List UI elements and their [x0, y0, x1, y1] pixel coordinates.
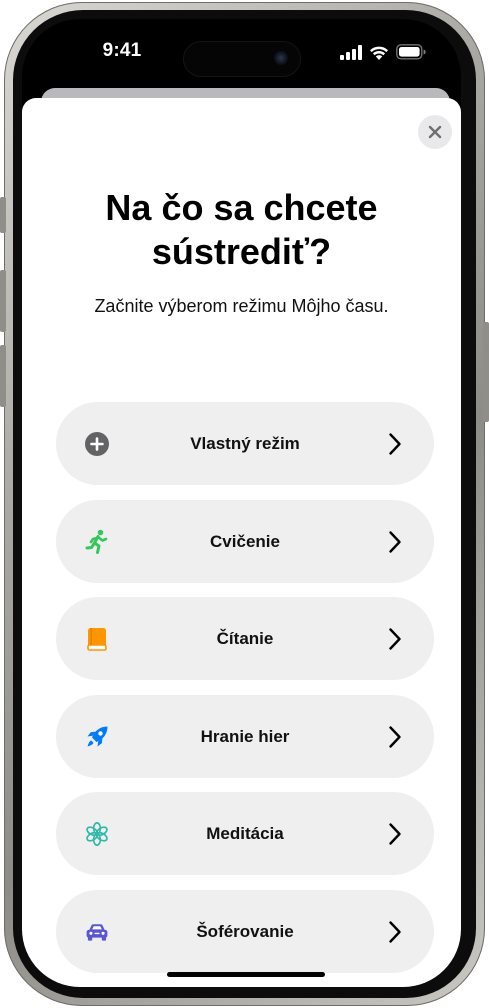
- title-line-1: Na čo sa chcete: [105, 187, 378, 228]
- dynamic-island: [183, 41, 301, 77]
- mode-driving[interactable]: Šoférovanie: [56, 889, 434, 973]
- mode-gaming[interactable]: Hranie hier: [56, 694, 434, 778]
- chevron-right-icon: [389, 823, 401, 846]
- screen: 9:41 Na čo sa chcete sústrediť? Začnite …: [22, 19, 461, 987]
- car-icon: [84, 919, 110, 945]
- chevron-right-icon: [389, 433, 401, 455]
- chevron-right-icon: [389, 921, 401, 943]
- title-line-2: sústrediť?: [151, 231, 332, 272]
- chevron-right-icon: [389, 628, 401, 650]
- mode-mindfulness[interactable]: Meditácia: [56, 792, 434, 876]
- chevron-right-icon: [389, 726, 401, 748]
- mode-label: Hranie hier: [200, 726, 290, 746]
- mode-fitness[interactable]: Cvičenie: [56, 499, 434, 583]
- front-camera: [274, 51, 288, 65]
- mode-label: Cvičenie: [210, 531, 280, 551]
- mode-custom[interactable]: Vlastný režim: [56, 402, 434, 485]
- plus-circle-icon: [84, 431, 110, 457]
- page-title: Na čo sa chcete sústrediť?: [42, 186, 441, 274]
- battery-icon: [396, 44, 426, 60]
- mode-label: Šoférovanie: [196, 921, 294, 941]
- focus-mode-list: Vlastný režim Cvičenie Čítanie Hranie hi…: [56, 402, 434, 987]
- rocket-icon: [84, 724, 110, 750]
- mode-reading[interactable]: Čítanie: [56, 597, 434, 681]
- running-figure-icon: [84, 529, 110, 555]
- cellular-signal-icon: [340, 45, 362, 60]
- close-button[interactable]: [418, 115, 452, 149]
- chevron-right-icon: [389, 530, 401, 553]
- home-indicator[interactable]: [167, 972, 325, 977]
- action-button: [0, 197, 6, 233]
- focus-setup-sheet: Na čo sa chcete sústrediť? Začnite výber…: [22, 98, 461, 987]
- book-icon: [84, 626, 110, 652]
- wifi-icon: [370, 46, 388, 60]
- volume-down-button: [0, 345, 6, 407]
- volume-up-button: [0, 270, 6, 332]
- mode-label: Vlastný režim: [190, 434, 300, 453]
- mode-label: Meditácia: [206, 824, 284, 844]
- mode-label: Čítanie: [216, 629, 274, 649]
- status-time: 9:41: [102, 40, 142, 61]
- flower-icon: [84, 821, 110, 847]
- power-button: [483, 322, 489, 422]
- close-icon: [428, 125, 442, 139]
- subtitle: Začnite výberom režimu Môjho času.: [94, 296, 389, 316]
